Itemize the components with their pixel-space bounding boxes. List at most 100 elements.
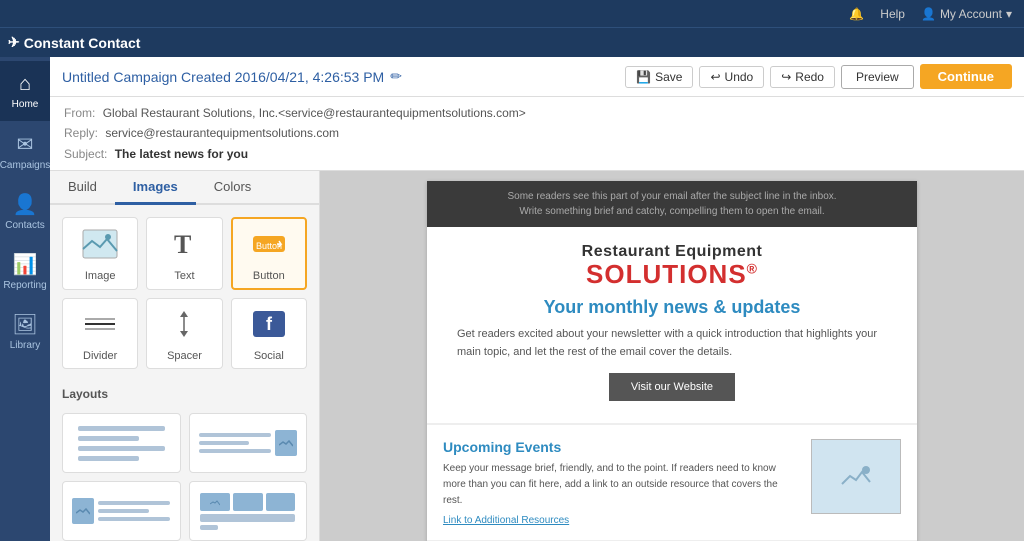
account-label: My Account xyxy=(940,7,1002,21)
preview-button[interactable]: Preview xyxy=(841,65,914,89)
layout-line xyxy=(78,436,139,441)
sidebar-label-reporting: Reporting xyxy=(3,280,46,291)
svg-text:Button: Button xyxy=(256,241,282,251)
button-block-icon: Button xyxy=(251,229,287,266)
help-label: Help xyxy=(880,7,905,21)
account-chevron-icon: ▾ xyxy=(1006,7,1012,21)
events-image xyxy=(811,439,901,514)
title-actions: 💾 Save ↩ Undo ↪ Redo Preview Continue xyxy=(625,64,1012,89)
campaigns-icon: ✉ xyxy=(17,132,34,157)
block-social[interactable]: f Social xyxy=(231,298,307,369)
campaign-title-text: Untitled Campaign Created 2016/04/21, 4:… xyxy=(62,69,384,85)
text-block-icon: T xyxy=(166,229,202,266)
main-wrapper: ⌂ Home ✉ Campaigns 👤 Contacts 📊 Reportin… xyxy=(0,57,1024,541)
block-button[interactable]: Button Button xyxy=(231,217,307,290)
email-section-events: Upcoming Events Keep your message brief,… xyxy=(427,424,917,540)
tab-build[interactable]: Build xyxy=(50,171,115,205)
spacer-block-icon xyxy=(166,309,202,346)
tab-colors[interactable]: Colors xyxy=(196,171,270,205)
email-intro: Get readers excited about your newslette… xyxy=(447,326,897,361)
sidebar-item-reporting[interactable]: 📊 Reporting xyxy=(0,241,50,301)
sidebar: ⌂ Home ✉ Campaigns 👤 Contacts 📊 Reportin… xyxy=(0,57,50,541)
meta-reply: Reply: service@restaurantequipmentsoluti… xyxy=(64,123,1010,143)
layouts-title: Layouts xyxy=(62,387,307,405)
left-panel: Build Images Colors xyxy=(50,171,320,541)
account-link[interactable]: 👤 My Account ▾ xyxy=(921,7,1012,21)
sidebar-item-library[interactable]: 🖼 Library xyxy=(0,301,50,361)
undo-button[interactable]: ↩ Undo xyxy=(699,66,764,88)
visit-website-button[interactable]: Visit our Website xyxy=(609,373,735,401)
redo-icon: ↪ xyxy=(781,70,791,84)
events-title: Upcoming Events xyxy=(443,439,799,455)
layouts-section: Layouts xyxy=(50,381,319,541)
layout-item-3[interactable] xyxy=(62,481,181,541)
logo-text: Constant Contact xyxy=(24,35,141,51)
preview-panel[interactable]: Some readers see this part of your email… xyxy=(320,171,1024,541)
sidebar-item-contacts[interactable]: 👤 Contacts xyxy=(0,181,50,241)
undo-icon: ↩ xyxy=(710,70,720,84)
meta-subject: Subject: The latest news for you xyxy=(64,144,1010,164)
sidebar-label-home: Home xyxy=(12,99,39,110)
social-block-label: Social xyxy=(254,350,284,362)
campaign-title: Untitled Campaign Created 2016/04/21, 4:… xyxy=(62,68,617,85)
logo: ✈ Constant Contact xyxy=(8,34,140,51)
logo-icon: ✈ xyxy=(8,34,20,51)
divider-block-icon xyxy=(82,309,118,346)
layout-line xyxy=(78,446,165,451)
meta-from: From: Global Restaurant Solutions, Inc.<… xyxy=(64,103,1010,123)
preheader-line1: Some readers see this part of your email… xyxy=(447,189,897,204)
brand-solutions: SOLUTIONS® xyxy=(447,261,897,287)
save-button[interactable]: 💾 Save xyxy=(625,66,693,88)
sidebar-item-campaigns[interactable]: ✉ Campaigns xyxy=(0,121,50,181)
events-link[interactable]: Link to Additional Resources xyxy=(443,515,799,526)
layout-item-4[interactable] xyxy=(189,481,308,541)
tab-images[interactable]: Images xyxy=(115,171,196,205)
divider-block-label: Divider xyxy=(83,350,117,362)
layout-item-2[interactable] xyxy=(189,413,308,473)
block-grid: Image T Text xyxy=(50,205,319,381)
button-block-label: Button xyxy=(253,270,285,282)
continue-button[interactable]: Continue xyxy=(920,64,1012,89)
svg-text:f: f xyxy=(266,314,273,334)
svg-text:T: T xyxy=(174,230,191,259)
events-body: Keep your message brief, friendly, and t… xyxy=(443,461,799,509)
layout-line xyxy=(78,426,165,431)
block-text[interactable]: T Text xyxy=(146,217,222,290)
block-divider[interactable]: Divider xyxy=(62,298,138,369)
image-block-icon xyxy=(82,229,118,266)
title-bar: Untitled Campaign Created 2016/04/21, 4:… xyxy=(50,57,1024,97)
edit-icon[interactable]: ✏ xyxy=(390,68,402,85)
editor-body: Build Images Colors xyxy=(50,171,1024,541)
spacer-block-label: Spacer xyxy=(167,350,202,362)
email-tagline: Your monthly news & updates xyxy=(447,297,897,318)
social-block-icon: f xyxy=(251,309,287,346)
account-icon: 👤 xyxy=(921,7,936,21)
sidebar-item-home[interactable]: ⌂ Home xyxy=(0,61,50,121)
block-spacer[interactable]: Spacer xyxy=(146,298,222,369)
help-link[interactable]: Help xyxy=(880,7,905,21)
sidebar-label-campaigns: Campaigns xyxy=(0,160,50,171)
sidebar-label-contacts: Contacts xyxy=(5,220,44,231)
save-icon: 💾 xyxy=(636,70,651,84)
contacts-icon: 👤 xyxy=(13,192,38,217)
preheader-line2: Write something brief and catchy, compel… xyxy=(447,204,897,219)
block-image[interactable]: Image xyxy=(62,217,138,290)
top-nav: 🔔 Help 👤 My Account ▾ xyxy=(0,0,1024,27)
redo-button[interactable]: ↪ Redo xyxy=(770,66,835,88)
layout-grid: T xyxy=(62,413,307,541)
bell-icon[interactable]: 🔔 xyxy=(849,7,864,21)
home-icon: ⌂ xyxy=(19,73,31,96)
email-container: Some readers see this part of your email… xyxy=(427,181,917,541)
text-block-label: Text xyxy=(174,270,194,282)
reporting-icon: 📊 xyxy=(13,252,38,277)
library-icon: 🖼 xyxy=(12,312,37,337)
image-block-label: Image xyxy=(85,270,116,282)
panel-tabs: Build Images Colors xyxy=(50,171,319,205)
layout-item-1[interactable] xyxy=(62,413,181,473)
sidebar-label-library: Library xyxy=(10,340,41,351)
content-area: Untitled Campaign Created 2016/04/21, 4:… xyxy=(50,57,1024,541)
meta-bar: From: Global Restaurant Solutions, Inc.<… xyxy=(50,97,1024,171)
email-header: Restaurant Equipment SOLUTIONS® Your mon… xyxy=(427,227,917,424)
email-preheader: Some readers see this part of your email… xyxy=(427,181,917,227)
layout-line xyxy=(78,456,139,461)
